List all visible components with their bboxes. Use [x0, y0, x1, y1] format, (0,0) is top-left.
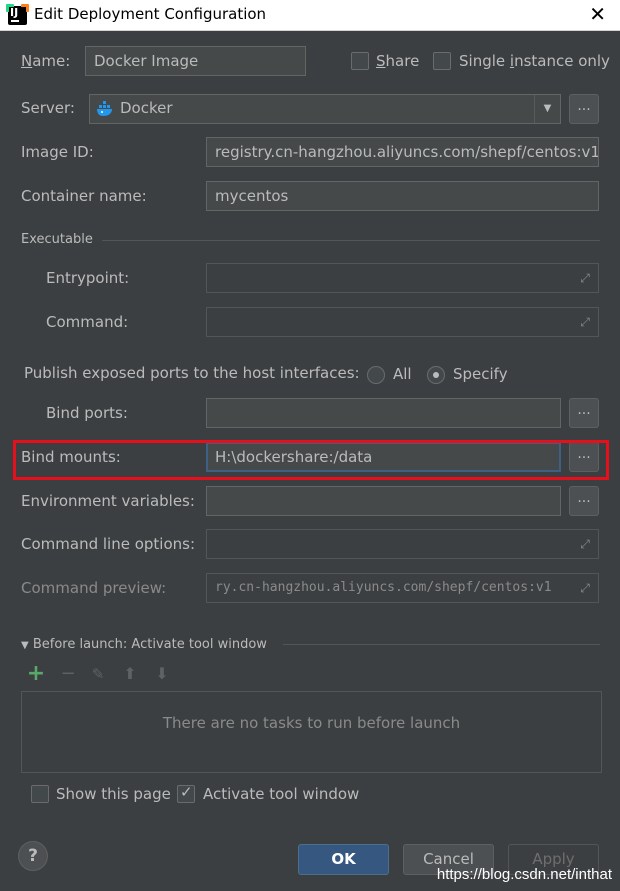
command-input[interactable]: ⤢	[206, 307, 599, 337]
add-icon[interactable]: +	[26, 663, 46, 685]
expand-icon[interactable]: ⤢	[578, 581, 592, 595]
cmd-preview-label: Command preview:	[21, 579, 167, 597]
publish-specify-label: Specify	[453, 365, 508, 383]
intellij-icon: IJ	[6, 4, 29, 25]
image-id-label: Image ID:	[21, 143, 94, 161]
command-label: Command:	[46, 313, 129, 331]
cmd-options-input[interactable]: ⤢	[206, 529, 599, 559]
ok-button[interactable]: OK	[298, 844, 389, 875]
executable-section-title: Executable	[21, 232, 93, 247]
bind-ports-input[interactable]	[206, 398, 561, 428]
cmd-preview-value: ry.cn-hangzhou.aliyuncs.com/shepf/centos…	[215, 580, 552, 595]
publish-all-label: All	[393, 365, 412, 383]
image-id-input[interactable]: registry.cn-hangzhou.aliyuncs.com/shepf/…	[206, 137, 599, 167]
before-launch-task-list[interactable]: There are no tasks to run before launch	[21, 691, 602, 773]
cmd-options-label: Command line options:	[21, 535, 196, 553]
close-icon[interactable]: ✕	[589, 2, 606, 26]
publish-all-radio[interactable]	[367, 366, 385, 384]
env-vars-browse-button[interactable]: ...	[569, 486, 599, 516]
share-label: Share	[376, 52, 420, 70]
help-button[interactable]: ?	[18, 841, 48, 871]
edit-icon[interactable]: ✎	[88, 664, 108, 684]
move-up-icon[interactable]: ⬆	[120, 664, 140, 684]
single-instance-label: Single instance only	[459, 52, 610, 70]
empty-tasks-text: There are no tasks to run before launch	[162, 714, 461, 732]
server-value: Docker	[120, 99, 173, 117]
env-vars-label: Environment variables:	[21, 492, 195, 510]
show-page-label: Show this page	[56, 785, 171, 803]
executable-separator	[102, 240, 600, 241]
docker-icon	[97, 101, 112, 116]
entrypoint-label: Entrypoint:	[46, 269, 130, 287]
collapse-triangle-icon: ▼	[21, 640, 29, 651]
watermark-text: https://blog.csdn.net/inthat	[436, 866, 612, 883]
activate-tool-window-label: Activate tool window	[203, 785, 360, 803]
bind-mounts-browse-button[interactable]: ...	[569, 442, 599, 472]
publish-ports-label: Publish exposed ports to the host interf…	[24, 364, 360, 382]
share-checkbox[interactable]	[351, 52, 369, 70]
server-label: Server:	[21, 99, 75, 117]
expand-icon[interactable]: ⤢	[578, 315, 592, 329]
show-page-checkbox[interactable]	[31, 785, 49, 803]
container-name-label: Container name:	[21, 187, 147, 205]
cmd-preview-field: ry.cn-hangzhou.aliyuncs.com/shepf/centos…	[206, 573, 599, 603]
container-name-input[interactable]: mycentos	[206, 181, 599, 211]
chevron-down-icon[interactable]: ▼	[534, 95, 560, 123]
publish-specify-radio[interactable]	[427, 366, 445, 384]
bind-ports-label: Bind ports:	[46, 404, 128, 422]
bind-mounts-label: Bind mounts:	[21, 448, 121, 466]
before-launch-separator	[283, 644, 600, 645]
move-down-icon[interactable]: ⬇	[152, 664, 172, 684]
before-launch-header[interactable]: ▼ Before launch: Activate tool window	[21, 637, 267, 652]
expand-icon[interactable]: ⤢	[578, 271, 592, 285]
title-bar: IJ Edit Deployment Configuration ✕	[0, 0, 620, 31]
name-label: Name:	[21, 52, 71, 70]
single-instance-checkbox[interactable]	[433, 52, 451, 70]
server-combobox[interactable]: Docker ▼	[89, 94, 561, 124]
remove-icon[interactable]: −	[58, 664, 78, 684]
bind-ports-browse-button[interactable]: ...	[569, 398, 599, 428]
env-vars-input[interactable]	[206, 486, 561, 516]
before-launch-title: Before launch: Activate tool window	[32, 637, 267, 652]
bind-mounts-input[interactable]: H:\dockershare:/data	[206, 442, 561, 472]
expand-icon[interactable]: ⤢	[578, 537, 592, 551]
entrypoint-input[interactable]: ⤢	[206, 263, 599, 293]
window-title: Edit Deployment Configuration	[34, 5, 267, 23]
server-browse-button[interactable]: ...	[569, 94, 599, 124]
activate-tool-window-checkbox[interactable]	[177, 783, 195, 803]
name-input[interactable]: Docker Image	[85, 46, 306, 76]
